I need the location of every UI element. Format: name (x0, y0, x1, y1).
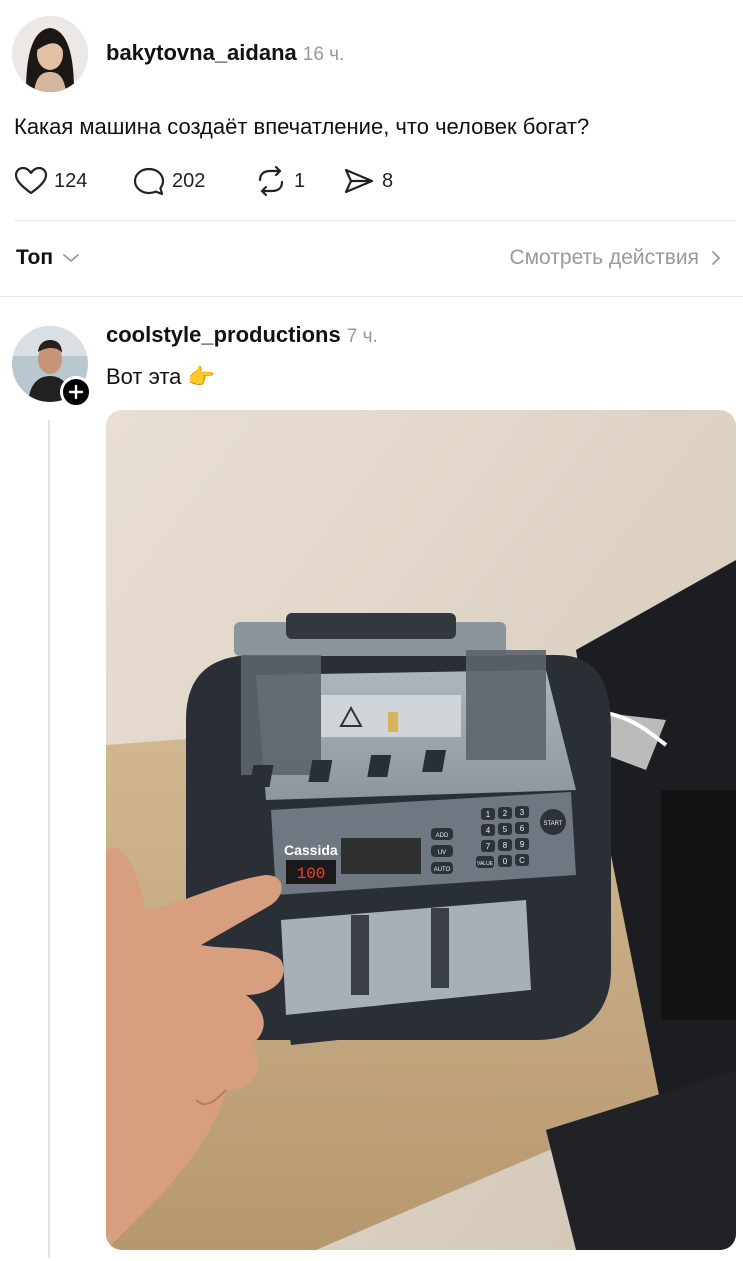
view-activity-label: Смотреть действия (509, 246, 699, 269)
divider (0, 296, 743, 297)
post-time: 16 ч. (302, 44, 345, 65)
add-key: ADD (436, 833, 449, 839)
value-key: VALUE (477, 861, 494, 867)
repost-count: 1 (294, 169, 306, 192)
key-6: 6 (520, 824, 525, 833)
key-8: 8 (503, 841, 508, 850)
chevron-right-icon (712, 251, 721, 265)
sort-label: Топ (16, 246, 54, 269)
repost-button[interactable]: 1 (254, 166, 305, 196)
key-3: 3 (520, 808, 525, 817)
plus-icon (68, 384, 84, 400)
reply-photo[interactable]: Cassida 100 ADD UV AUTO 1 2 3 4 5 6 7 8 … (106, 410, 736, 1250)
comment-icon (133, 167, 165, 196)
counter-display: 100 (297, 865, 326, 883)
start-key: START (543, 821, 562, 827)
share-count: 8 (382, 169, 394, 192)
reply-time: 7 ч. (346, 326, 378, 347)
divider (14, 220, 736, 221)
post-username[interactable]: bakytovna_aidana (106, 40, 297, 65)
heart-icon (14, 166, 48, 195)
thread-line (48, 420, 50, 1258)
auto-key: AUTO (434, 867, 451, 873)
post-text: Какая машина создаёт впечатление, что че… (14, 114, 590, 139)
money-counter-photo: Cassida 100 ADD UV AUTO 1 2 3 4 5 6 7 8 … (106, 410, 736, 1250)
key-7: 7 (486, 842, 491, 851)
sort-dropdown[interactable]: Топ (16, 246, 81, 270)
reply-header: coolstyle_productions 7 ч. (106, 322, 378, 348)
chevron-down-icon (63, 254, 79, 263)
key-2: 2 (503, 809, 508, 818)
key-1: 1 (486, 810, 491, 819)
comment-button[interactable]: 202 (132, 166, 205, 196)
key-9: 9 (520, 840, 525, 849)
brand-label: Cassida (284, 842, 338, 858)
reply-text: Вот эта 👉 (106, 364, 215, 389)
key-5: 5 (503, 825, 508, 834)
repost-icon (258, 166, 284, 196)
like-count: 124 (54, 169, 88, 192)
comment-count: 202 (172, 169, 206, 192)
post-header: bakytovna_aidana 16 ч. (106, 40, 344, 66)
key-4: 4 (486, 826, 491, 835)
like-button[interactable]: 124 (14, 166, 87, 196)
key-c: C (519, 856, 525, 865)
key-0: 0 (503, 857, 508, 866)
view-activity-link[interactable]: Смотреть действия (509, 246, 723, 270)
follow-button[interactable] (60, 376, 92, 408)
avatar-photo (12, 16, 88, 92)
share-button[interactable]: 8 (342, 166, 393, 196)
post-author-avatar[interactable] (12, 16, 88, 92)
reply-username[interactable]: coolstyle_productions (106, 322, 341, 347)
send-icon (344, 168, 374, 194)
uv-key: UV (438, 850, 446, 856)
